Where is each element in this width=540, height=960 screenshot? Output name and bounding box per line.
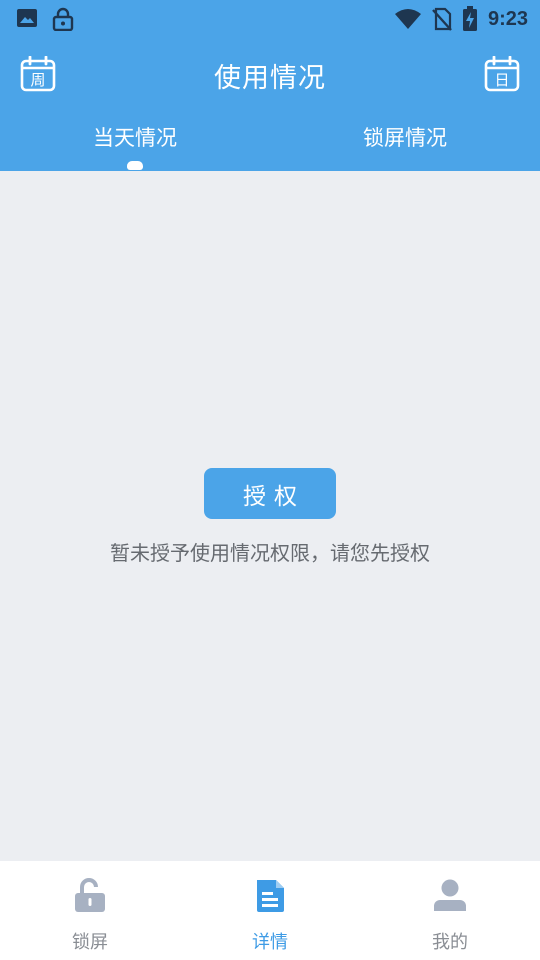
battery-charging-icon	[462, 6, 477, 31]
tab-today[interactable]: 当天情况	[0, 122, 270, 171]
authorize-button[interactable]: 授权	[204, 468, 336, 519]
main-content: 授权 暂未授予使用情况权限，请您先授权	[0, 171, 540, 861]
nav-label: 锁屏	[72, 932, 108, 953]
nav-item-lockscreen[interactable]: 锁屏	[0, 861, 180, 960]
svg-text:日: 日	[494, 71, 509, 89]
document-icon	[257, 880, 284, 912]
calendar-day-icon[interactable]: 日	[484, 56, 520, 92]
tab-label: 当天情况	[93, 126, 177, 150]
unlock-icon	[75, 878, 105, 912]
tab-indicator	[127, 161, 143, 170]
wifi-icon	[394, 9, 421, 29]
page-title: 使用情况	[214, 63, 326, 94]
nav-label: 我的	[432, 932, 468, 953]
lock-icon	[52, 7, 74, 31]
bottom-nav: 锁屏 详情 我的	[0, 861, 540, 960]
status-bar: 9:23	[0, 0, 540, 38]
image-icon	[17, 9, 37, 27]
nav-item-mine[interactable]: 我的	[360, 861, 540, 960]
nav-item-details[interactable]: 详情	[180, 861, 360, 960]
nav-label: 详情	[252, 932, 288, 953]
tab-label: 锁屏情况	[363, 126, 447, 150]
no-sim-icon	[432, 7, 452, 31]
tab-bar: 当天情况 锁屏情况	[0, 122, 540, 171]
permission-hint: 暂未授予使用情况权限，请您先授权	[110, 541, 430, 565]
tab-lockscreen[interactable]: 锁屏情况	[270, 122, 540, 171]
user-icon	[434, 879, 466, 911]
app-bar: 周 使用情况 日 当天情况 锁屏情况	[0, 38, 540, 171]
status-time: 9:23	[487, 7, 528, 30]
